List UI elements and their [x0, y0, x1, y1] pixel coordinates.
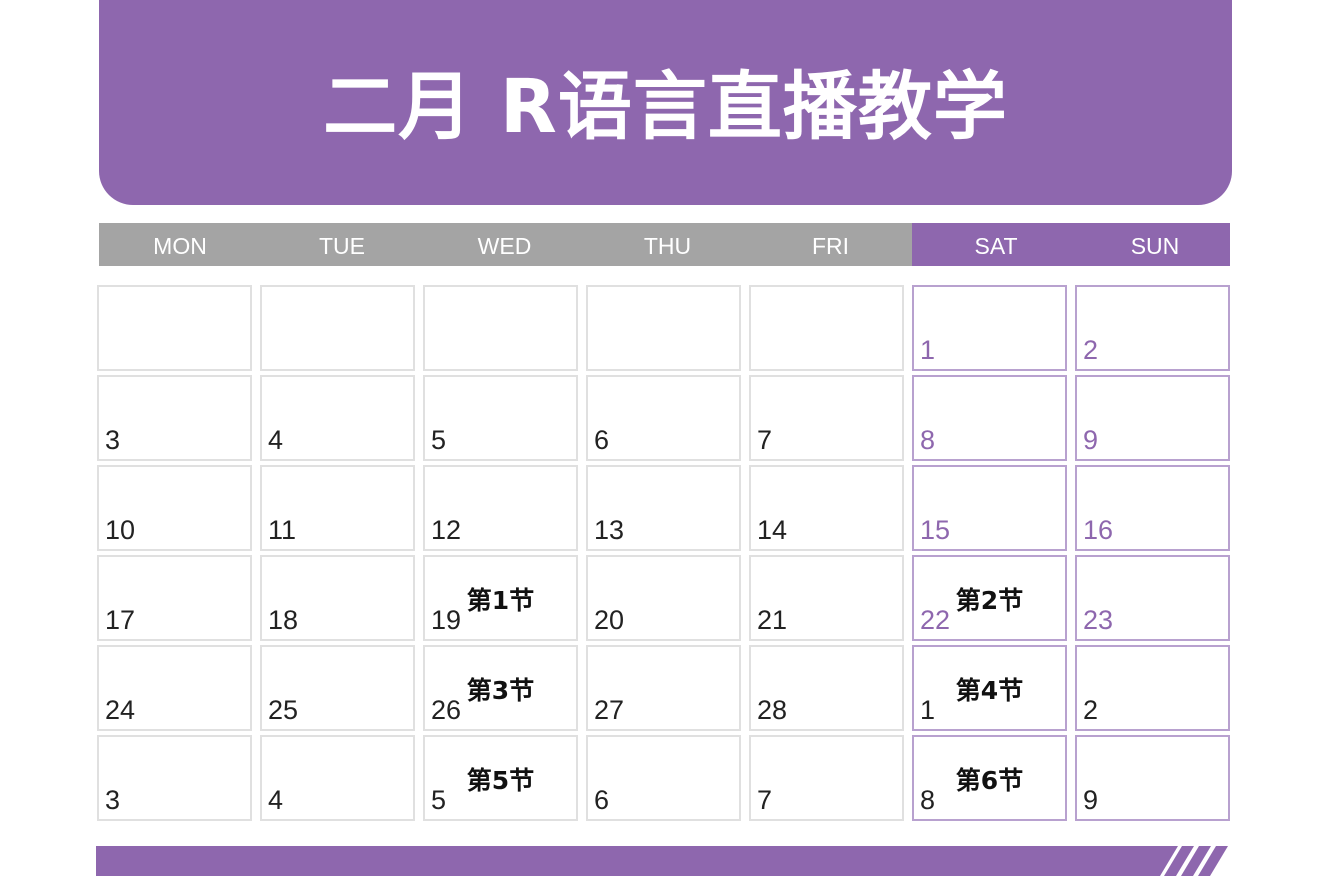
day-cell[interactable]: 26 第3节 [423, 645, 578, 731]
day-cell[interactable]: 1 第4节 [912, 645, 1067, 731]
day-cell[interactable]: 2 [1075, 285, 1230, 371]
day-cell[interactable]: 1 [912, 285, 1067, 371]
footer-bar [96, 846, 1178, 876]
weekday-fri: FRI [749, 223, 912, 266]
day-number: 3 [105, 425, 121, 455]
weekday-wed: WED [423, 223, 586, 266]
day-cell[interactable]: 13 [586, 465, 741, 551]
day-cell[interactable]: 27 [586, 645, 741, 731]
day-number: 17 [105, 605, 136, 635]
day-cell[interactable]: 20 [586, 555, 741, 641]
day-number: 8 [920, 425, 936, 455]
day-cell[interactable]: 3 [97, 735, 252, 821]
day-number: 12 [431, 515, 462, 545]
weekday-sun: SUN [1080, 223, 1230, 266]
day-number: 28 [757, 695, 788, 725]
day-number: 13 [594, 515, 625, 545]
day-cell[interactable]: 6 [586, 735, 741, 821]
page-title: 二月 R语言直播教学 [323, 64, 1008, 150]
day-cell[interactable] [423, 285, 578, 371]
day-cell[interactable]: 11 [260, 465, 415, 551]
day-number: 6 [594, 425, 610, 455]
day-cell[interactable]: 28 [749, 645, 904, 731]
day-cell[interactable]: 18 [260, 555, 415, 641]
day-number: 3 [105, 785, 121, 815]
day-cell[interactable]: 16 [1075, 465, 1230, 551]
day-cell[interactable]: 17 [97, 555, 252, 641]
day-number: 11 [268, 515, 297, 545]
day-cell[interactable]: 5 [423, 375, 578, 461]
day-cell[interactable]: 7 [749, 735, 904, 821]
day-number: 7 [757, 425, 773, 455]
session-label: 第3节 [466, 676, 535, 705]
calendar-header: 二月 R语言直播教学 [99, 0, 1232, 205]
weekday-bar: MON TUE WED THU FRI SAT SUN [99, 223, 1230, 266]
day-cell[interactable] [586, 285, 741, 371]
session-label: 第1节 [466, 586, 535, 615]
day-cell[interactable]: 9 [1075, 735, 1230, 821]
day-number: 16 [1083, 515, 1114, 545]
day-cell[interactable]: 12 [423, 465, 578, 551]
day-number: 4 [268, 785, 284, 815]
day-number: 2 [1083, 695, 1099, 725]
day-number: 6 [594, 785, 610, 815]
day-cell[interactable]: 5 第5节 [423, 735, 578, 821]
day-number: 21 [757, 605, 788, 635]
day-cell[interactable] [749, 285, 904, 371]
day-cell[interactable]: 8 [912, 375, 1067, 461]
session-label: 第6节 [955, 766, 1024, 795]
day-cell[interactable] [260, 285, 415, 371]
day-cell[interactable]: 2 [1075, 645, 1230, 731]
day-cell[interactable]: 6 [586, 375, 741, 461]
day-cell[interactable]: 4 [260, 735, 415, 821]
day-number: 20 [594, 605, 625, 635]
day-number: 2 [1083, 335, 1099, 365]
calendar-grid: 1 2 3 4 5 6 7 8 9 10 11 12 13 14 15 16 17 18 19 第1节 20 21 22 第2… [97, 285, 1233, 821]
session-label: 第5节 [466, 766, 535, 795]
day-cell[interactable]: 8 第6节 [912, 735, 1067, 821]
day-number: 9 [1083, 425, 1099, 455]
day-number: 27 [594, 695, 625, 725]
day-number: 25 [268, 695, 299, 725]
day-number: 4 [268, 425, 284, 455]
day-number: 5 [431, 425, 447, 455]
session-label: 第2节 [955, 586, 1024, 615]
day-cell[interactable]: 4 [260, 375, 415, 461]
weekday-sat: SAT [912, 223, 1080, 266]
day-number: 1 [920, 335, 936, 365]
day-cell[interactable]: 19 第1节 [423, 555, 578, 641]
day-cell[interactable]: 7 [749, 375, 904, 461]
day-cell[interactable]: 3 [97, 375, 252, 461]
day-number: 24 [105, 695, 136, 725]
day-cell[interactable]: 9 [1075, 375, 1230, 461]
day-cell[interactable]: 21 [749, 555, 904, 641]
day-cell[interactable]: 25 [260, 645, 415, 731]
day-cell[interactable]: 15 [912, 465, 1067, 551]
day-number: 9 [1083, 785, 1099, 815]
day-number: 10 [105, 515, 136, 545]
day-cell[interactable] [97, 285, 252, 371]
day-cell[interactable]: 23 [1075, 555, 1230, 641]
day-number: 14 [757, 515, 788, 545]
footer-stripe [96, 846, 1236, 876]
weekday-tue: TUE [261, 223, 423, 266]
weekday-mon: MON [99, 223, 261, 266]
footer-decoration [96, 846, 1228, 876]
day-number: 23 [1083, 605, 1114, 635]
day-number: 18 [268, 605, 299, 635]
weekday-thu: THU [586, 223, 749, 266]
day-cell[interactable]: 24 [97, 645, 252, 731]
day-cell[interactable]: 10 [97, 465, 252, 551]
day-cell[interactable]: 14 [749, 465, 904, 551]
day-cell[interactable]: 22 第2节 [912, 555, 1067, 641]
session-label: 第4节 [955, 676, 1024, 705]
day-number: 15 [920, 515, 951, 545]
day-number: 7 [757, 785, 773, 815]
